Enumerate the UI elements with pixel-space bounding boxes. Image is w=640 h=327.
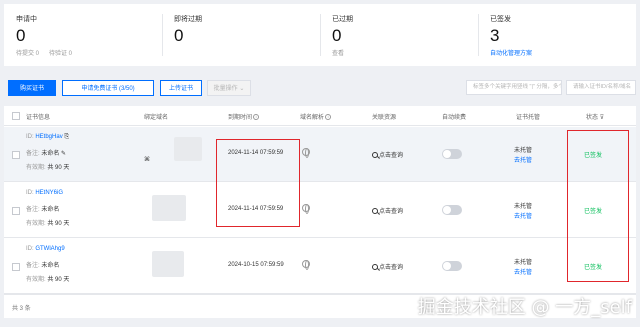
batch-operations-dropdown[interactable]: 批量操作 ⌄	[207, 80, 251, 96]
chevron-down-icon: ⌄	[239, 86, 245, 92]
search-icon	[372, 208, 378, 215]
header-info: 证书信息	[26, 115, 51, 121]
validity-label: 有效期:	[26, 165, 46, 171]
total-count: 共 3 条	[12, 306, 31, 312]
header-status-label: 状态	[586, 115, 599, 121]
info-icon[interactable]: i	[325, 114, 332, 121]
search-input[interactable]: 请输入证书ID/名称/域名	[566, 80, 636, 95]
copy-icon[interactable]: ⎘	[64, 134, 69, 140]
certificate-id-link[interactable]: GTWlAhg9	[35, 246, 64, 252]
query-resources-link[interactable]: 点击查询	[372, 206, 403, 215]
blurred-domain	[152, 195, 186, 221]
wildcard-icon: ⌘	[144, 157, 150, 163]
validity-label: 有效期:	[26, 221, 46, 227]
certificate-id-link[interactable]: HEtbgHav	[35, 134, 62, 140]
table-row: ID: GTWlAhg9 备注: 未命名 有效期: 共 90 天 2024-10…	[4, 239, 636, 294]
certificate-table: 证书信息 绑定域名 到期时间 i 域名解析 i 关联资源 自动续费 证书托管 状态 …	[4, 106, 636, 318]
expire-time: 2024-10-15 07:59:59	[228, 262, 284, 268]
autorenew-toggle[interactable]	[442, 261, 462, 271]
query-resources-label: 点击查询	[379, 153, 404, 159]
remark-label: 备注:	[26, 151, 40, 157]
toolbar: 购买证书 申请免费证书 (3/50) 上传证书 批量操作 ⌄ 标签多个关键字用竖…	[4, 76, 636, 100]
view-expired-link[interactable]: 查看	[332, 51, 344, 57]
edit-icon[interactable]: ✎	[61, 151, 66, 157]
header-dns-label: 域名解析	[300, 115, 325, 121]
stat-expiring: 即将过期 0	[162, 4, 320, 66]
apply-free-certificate-button[interactable]: 申请免费证书 (3/50)	[62, 80, 154, 96]
tag-filter-input[interactable]: 标签多个关键字用竖线 "|" 分隔，多个过滤标签用回车键分隔	[466, 80, 562, 95]
highlight-box-expire	[216, 139, 300, 227]
remark-label: 备注:	[26, 207, 40, 213]
globe-icon[interactable]	[302, 260, 310, 270]
header-expire-label: 到期时间	[228, 115, 253, 121]
hosting-status: 未托管	[514, 148, 533, 154]
highlight-box-status	[567, 130, 629, 282]
query-resources-label: 点击查询	[379, 209, 404, 215]
autorenew-toggle[interactable]	[442, 149, 462, 159]
table-row: ID: HEtbgHav ⎘ 备注: 未命名 ✎ 有效期: 共 90 天 ⌘ 2…	[4, 127, 636, 182]
batch-operations-label: 批量操作	[213, 86, 238, 92]
table-row: ID: HEtNY6iG 备注: 未命名 有效期: 共 90 天 2024-11…	[4, 183, 636, 238]
id-label: ID:	[26, 246, 36, 252]
validity-label: 有效期:	[26, 277, 46, 283]
stat-value: 0	[332, 26, 342, 45]
globe-icon[interactable]	[302, 204, 310, 214]
search-icon	[372, 152, 378, 159]
id-label: ID:	[26, 134, 36, 140]
remark-value: 未命名	[41, 263, 60, 269]
query-resources-link[interactable]: 点击查询	[372, 262, 403, 271]
hosting-status: 未托管	[514, 204, 533, 210]
query-resources-label: 点击查询	[379, 265, 404, 271]
buy-certificate-button[interactable]: 购买证书	[8, 80, 56, 96]
header-resources: 关联资源	[372, 115, 397, 121]
stat-title: 已签发	[490, 16, 511, 23]
row-checkbox[interactable]	[12, 151, 20, 159]
stat-value: 3	[490, 26, 500, 45]
stat-title: 申请中	[16, 16, 37, 23]
row-checkbox[interactable]	[12, 263, 20, 271]
header-dns: 域名解析 i	[300, 112, 332, 121]
row-checkbox[interactable]	[12, 207, 20, 215]
watermark: 掘金技术社区 @ 一方_self	[417, 297, 632, 318]
remark-value: 未命名	[41, 151, 60, 157]
stat-applying: 申请中 0 待提交 0 待验证 0	[4, 4, 162, 66]
remark-label: 备注:	[26, 263, 40, 269]
filter-icon[interactable]: ⊽	[600, 115, 604, 121]
stat-expired: 已过期 0 查看	[320, 4, 478, 66]
go-hosting-link[interactable]: 去托管	[514, 211, 532, 220]
blurred-domain	[152, 251, 184, 277]
query-resources-link[interactable]: 点击查询	[372, 150, 403, 159]
stat-sub: 待提交 0	[16, 51, 40, 57]
blurred-domain	[174, 137, 202, 161]
header-expire: 到期时间 i	[228, 112, 260, 121]
id-label: ID:	[26, 190, 36, 196]
automation-link[interactable]: 自动化管理方案	[490, 51, 532, 57]
stats-bar: 申请中 0 待提交 0 待验证 0 即将过期 0 已过期 0 查看 已签发 3 自…	[4, 4, 636, 66]
validity-value: 共 90 天	[47, 165, 70, 171]
globe-icon[interactable]	[302, 148, 310, 158]
go-hosting-link[interactable]: 去托管	[514, 155, 532, 164]
stat-value: 0	[174, 26, 184, 45]
header-autorenew: 自动续费	[442, 115, 467, 121]
autorenew-toggle[interactable]	[442, 205, 462, 215]
upload-certificate-button[interactable]: 上传证书	[160, 80, 202, 96]
search-icon	[372, 264, 378, 271]
stat-title: 即将过期	[174, 16, 202, 23]
stat-issued: 已签发 3 自动化管理方案	[478, 4, 636, 66]
select-all-checkbox[interactable]	[12, 112, 20, 120]
validity-value: 共 90 天	[47, 277, 70, 283]
header-status: 状态 ⊽	[586, 112, 604, 121]
certificate-id-link[interactable]: HEtNY6iG	[35, 190, 63, 196]
remark-value: 未命名	[41, 207, 60, 213]
header-hosting: 证书托管	[516, 115, 541, 121]
validity-value: 共 90 天	[47, 221, 70, 227]
stat-title: 已过期	[332, 16, 353, 23]
go-hosting-link[interactable]: 去托管	[514, 267, 532, 276]
table-header: 证书信息 绑定域名 到期时间 i 域名解析 i 关联资源 自动续费 证书托管 状态 …	[4, 106, 636, 126]
info-icon[interactable]: i	[253, 114, 260, 121]
hosting-status: 未托管	[514, 260, 533, 266]
stat-sub: 待验证 0	[49, 51, 73, 57]
header-domain: 绑定域名	[144, 115, 169, 121]
stat-value: 0	[16, 26, 26, 45]
